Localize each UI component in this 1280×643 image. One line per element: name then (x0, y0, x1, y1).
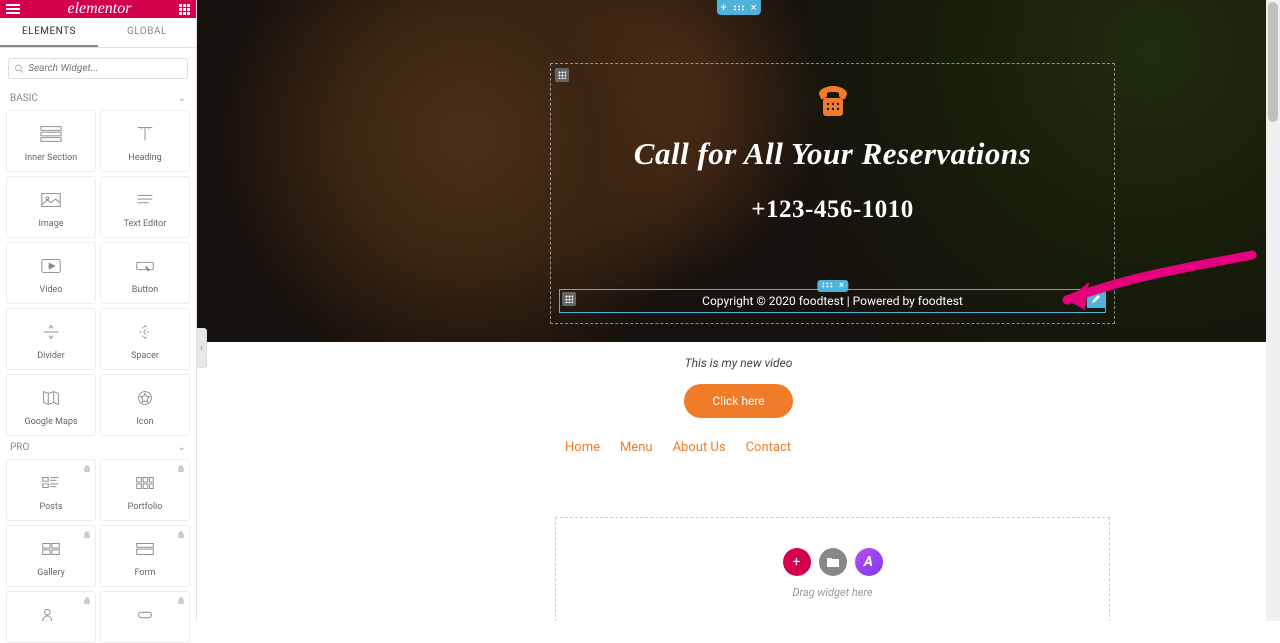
phone-icon (551, 84, 1114, 124)
widget-button[interactable]: Button (100, 242, 190, 304)
category-pro-label: PRO (10, 442, 29, 453)
astra-templates-button[interactable]: A (855, 548, 883, 576)
tab-elements[interactable]: ELEMENTS (0, 18, 98, 47)
nav-menu[interactable]: Menu (620, 440, 653, 455)
delete-widget-icon[interactable]: × (839, 281, 844, 291)
nav-home[interactable]: Home (565, 440, 600, 455)
widget-icon[interactable]: Icon (100, 374, 190, 436)
elementor-logo: elementor (68, 0, 132, 18)
panel-header: elementor (0, 0, 196, 18)
click-here-button[interactable]: Click here (684, 384, 792, 418)
widget-divider[interactable]: Divider (6, 308, 96, 370)
close-section-icon[interactable]: × (751, 2, 757, 13)
panel-collapse-handle[interactable] (197, 328, 207, 368)
category-basic-label: BASIC (10, 93, 38, 104)
footer-text-widget[interactable]: × Copyright © 2020 foodtest | Powered by… (559, 289, 1106, 313)
tab-global[interactable]: GLOBAL (98, 18, 196, 47)
widget-inner-section[interactable]: Inner Section (6, 110, 96, 172)
widget-extra-1[interactable] (6, 591, 96, 643)
hero-section[interactable]: + × Call for All Your Reservations +123-… (197, 0, 1280, 342)
scrollbar[interactable] (1266, 0, 1280, 621)
folder-icon (826, 555, 840, 569)
hero-phone[interactable]: +123-456-1010 (551, 196, 1114, 224)
widget-controls: × (817, 280, 848, 292)
widget-extra-2[interactable] (100, 591, 190, 643)
pro-widgets: Posts Portfolio Gallery Form (0, 459, 196, 643)
menu-icon[interactable] (6, 4, 20, 14)
footer-copyright: Copyright © 2020 foodtest | Powered by f… (560, 294, 1105, 308)
section-controls: + × (716, 0, 760, 15)
nav-about[interactable]: About Us (673, 440, 726, 455)
below-hero: This is my new video Click here Home Men… (197, 342, 1280, 621)
panel-tabs: ELEMENTS GLOBAL (0, 18, 196, 48)
nav-links: Home Menu About Us Contact (565, 440, 1280, 455)
search-input[interactable] (28, 63, 181, 74)
widget-gallery[interactable]: Gallery (6, 525, 96, 587)
widget-posts[interactable]: Posts (6, 459, 96, 521)
widget-video[interactable]: Video (6, 242, 96, 304)
widget-text-editor[interactable]: Text Editor (100, 176, 190, 238)
search-icon (15, 64, 24, 74)
chevron-down-icon: ⌄ (178, 93, 186, 104)
column-handle-icon[interactable] (562, 292, 576, 306)
editor-canvas: + × Call for All Your Reservations +123-… (197, 0, 1280, 621)
widgets-grid-icon[interactable] (179, 4, 190, 15)
edit-widget-button[interactable] (1087, 290, 1105, 308)
basic-widgets: Inner Section Heading Image Text Editor … (0, 110, 196, 436)
widget-spacer[interactable]: Spacer (100, 308, 190, 370)
nav-contact[interactable]: Contact (746, 440, 791, 455)
dropzone-label: Drag widget here (556, 586, 1109, 599)
widget-image[interactable]: Image (6, 176, 96, 238)
scrollbar-thumb[interactable] (1268, 2, 1278, 122)
category-pro[interactable]: PRO ⌄ (0, 436, 196, 459)
add-section-icon[interactable]: + (720, 2, 726, 13)
widget-search[interactable] (8, 58, 188, 79)
category-basic[interactable]: BASIC ⌄ (0, 87, 196, 110)
dropzone-buttons: + A (556, 548, 1109, 576)
add-section-dropzone[interactable]: + A Drag widget here (555, 517, 1110, 621)
inner-section-outline[interactable]: Call for All Your Reservations +123-456-… (550, 63, 1115, 324)
video-caption[interactable]: This is my new video (197, 356, 1280, 370)
widget-portfolio[interactable]: Portfolio (100, 459, 190, 521)
drag-widget-icon[interactable] (821, 281, 833, 291)
widget-google-maps[interactable]: Google Maps (6, 374, 96, 436)
add-section-button[interactable]: + (783, 548, 811, 576)
elementor-panel: elementor ELEMENTS GLOBAL BASIC ⌄ Inner … (0, 0, 197, 621)
drag-section-icon[interactable] (733, 2, 745, 13)
column-handle-icon[interactable] (555, 68, 569, 82)
widget-form[interactable]: Form (100, 525, 190, 587)
widget-heading[interactable]: Heading (100, 110, 190, 172)
template-library-button[interactable] (819, 548, 847, 576)
chevron-down-icon: ⌄ (178, 442, 186, 453)
hero-title[interactable]: Call for All Your Reservations (551, 136, 1114, 172)
